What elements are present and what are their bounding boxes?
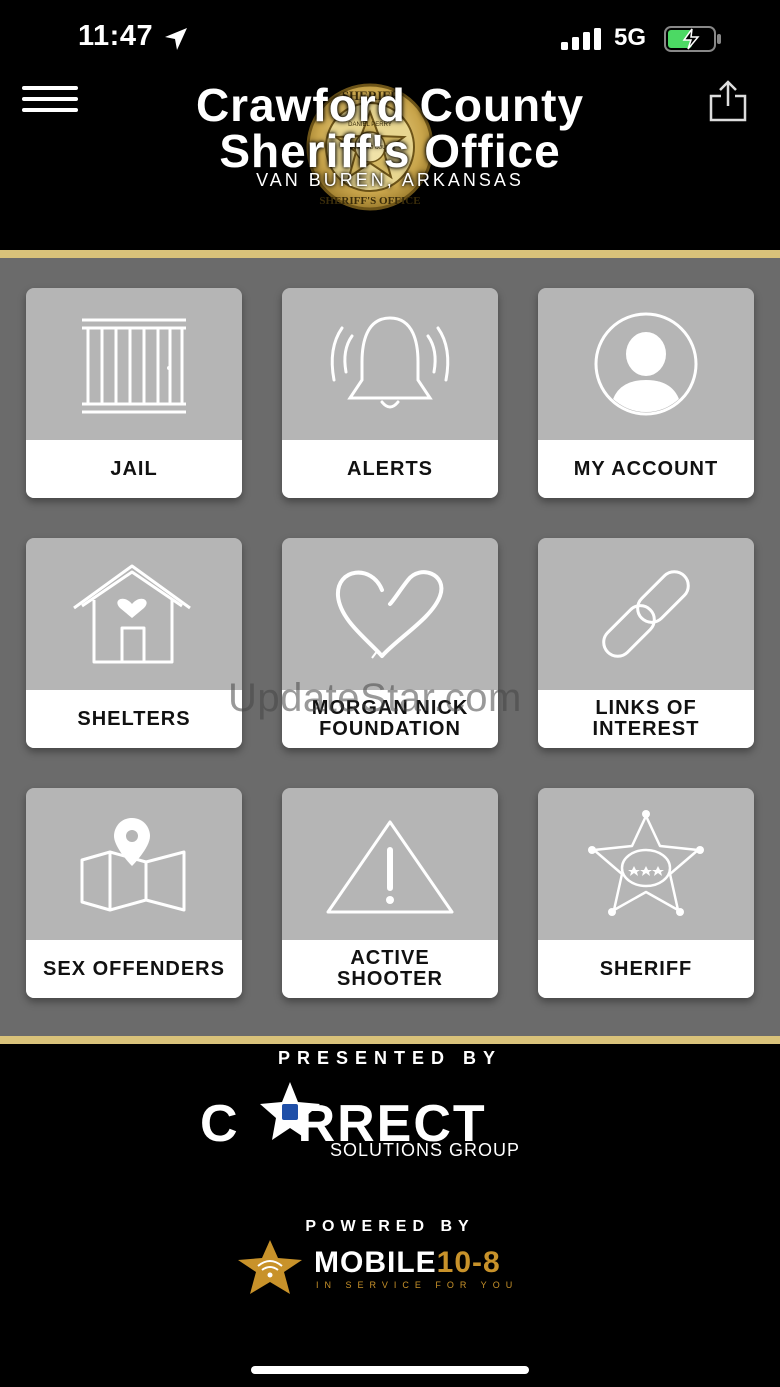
network-type: 5G — [614, 24, 647, 51]
correct-star-icon — [260, 1082, 320, 1140]
app-header: SHERIFF SHERIFF'S OFFICE DANIEL PERRY CR… — [0, 78, 780, 250]
mobile-tagline: IN SERVICE FOR YOU — [316, 1280, 519, 1290]
tile-active-shooter[interactable]: ACTIVE SHOOTER — [282, 788, 498, 998]
label-line-2: FOUNDATION — [319, 718, 461, 740]
mobile-word: MOBILE10-8 — [314, 1246, 501, 1279]
tile-morgan-nick-foundation[interactable]: MORGAN NICK FOUNDATION — [282, 538, 498, 748]
menu-grid: JAIL ALERTS MY ACCOUNT SHELTERS MORGAN N… — [0, 258, 780, 1036]
tile-label: MORGAN NICK FOUNDATION — [282, 690, 498, 748]
gold-divider-top — [0, 250, 780, 258]
chain-link-icon — [602, 570, 690, 658]
tile-alerts[interactable]: ALERTS — [282, 288, 498, 498]
tile-sheriff[interactable]: SHERIFF — [538, 788, 754, 998]
tile-label: SHERIFF — [538, 940, 754, 998]
sheriff-star-icon — [588, 810, 704, 916]
heart-icon — [335, 570, 444, 659]
tile-shelters[interactable]: SHELTERS — [26, 538, 242, 748]
tile-label: ACTIVE SHOOTER — [282, 940, 498, 998]
tile-my-account[interactable]: MY ACCOUNT — [538, 288, 754, 498]
battery-charging-icon — [664, 26, 721, 52]
user-avatar-icon — [594, 312, 698, 416]
label-line-2: SHOOTER — [337, 968, 443, 990]
jail-bars-icon — [82, 318, 186, 414]
status-time: 11:47 — [78, 20, 154, 52]
mobile-star-icon — [238, 1240, 302, 1294]
tile-label: SEX OFFENDERS — [26, 940, 242, 998]
label-line-1: MORGAN NICK — [311, 697, 469, 719]
gold-divider-bottom — [0, 1036, 780, 1044]
location-arrow-icon — [165, 28, 187, 50]
mobile-10-8-logo[interactable]: MOBILE10-8 IN SERVICE FOR YOU — [236, 1240, 556, 1300]
alarm-bell-icon — [330, 316, 450, 409]
status-bar: 11:47 5G — [0, 0, 780, 78]
badge-bottom-text: SHERIFF'S OFFICE — [319, 195, 420, 207]
house-heart-icon — [73, 564, 191, 664]
subtitle: VAN BUREN, ARKANSAS — [256, 170, 524, 190]
tile-label: JAIL — [26, 440, 242, 498]
correct-subtitle: SOLUTIONS GROUP — [330, 1140, 521, 1160]
tile-label: LINKS OF INTEREST — [538, 690, 754, 748]
powered-by-text: POWERED BY — [305, 1218, 475, 1235]
tile-label: MY ACCOUNT — [538, 440, 754, 498]
tile-sex-offenders[interactable]: SEX OFFENDERS — [26, 788, 242, 998]
map-pin-icon — [80, 818, 186, 912]
tile-label: ALERTS — [282, 440, 498, 498]
warning-triangle-icon — [326, 820, 454, 914]
label-line-1: LINKS OF — [595, 697, 697, 719]
share-icon[interactable] — [706, 80, 750, 124]
home-indicator[interactable] — [251, 1366, 529, 1374]
tile-links-of-interest[interactable]: LINKS OF INTEREST — [538, 538, 754, 748]
label-line-1: ACTIVE — [350, 947, 430, 969]
presented-by-text: PRESENTED BY — [277, 1048, 503, 1068]
signal-bars-icon — [561, 28, 601, 50]
tile-label: SHELTERS — [26, 690, 242, 748]
footer: PRESENTED BY C RRECT SOLUTIONS GROUP POWE… — [0, 1044, 780, 1387]
tile-jail[interactable]: JAIL — [26, 288, 242, 498]
correct-solutions-logo[interactable]: C RRECT SOLUTIONS GROUP — [200, 1080, 580, 1170]
label-line-2: INTEREST — [592, 718, 700, 740]
